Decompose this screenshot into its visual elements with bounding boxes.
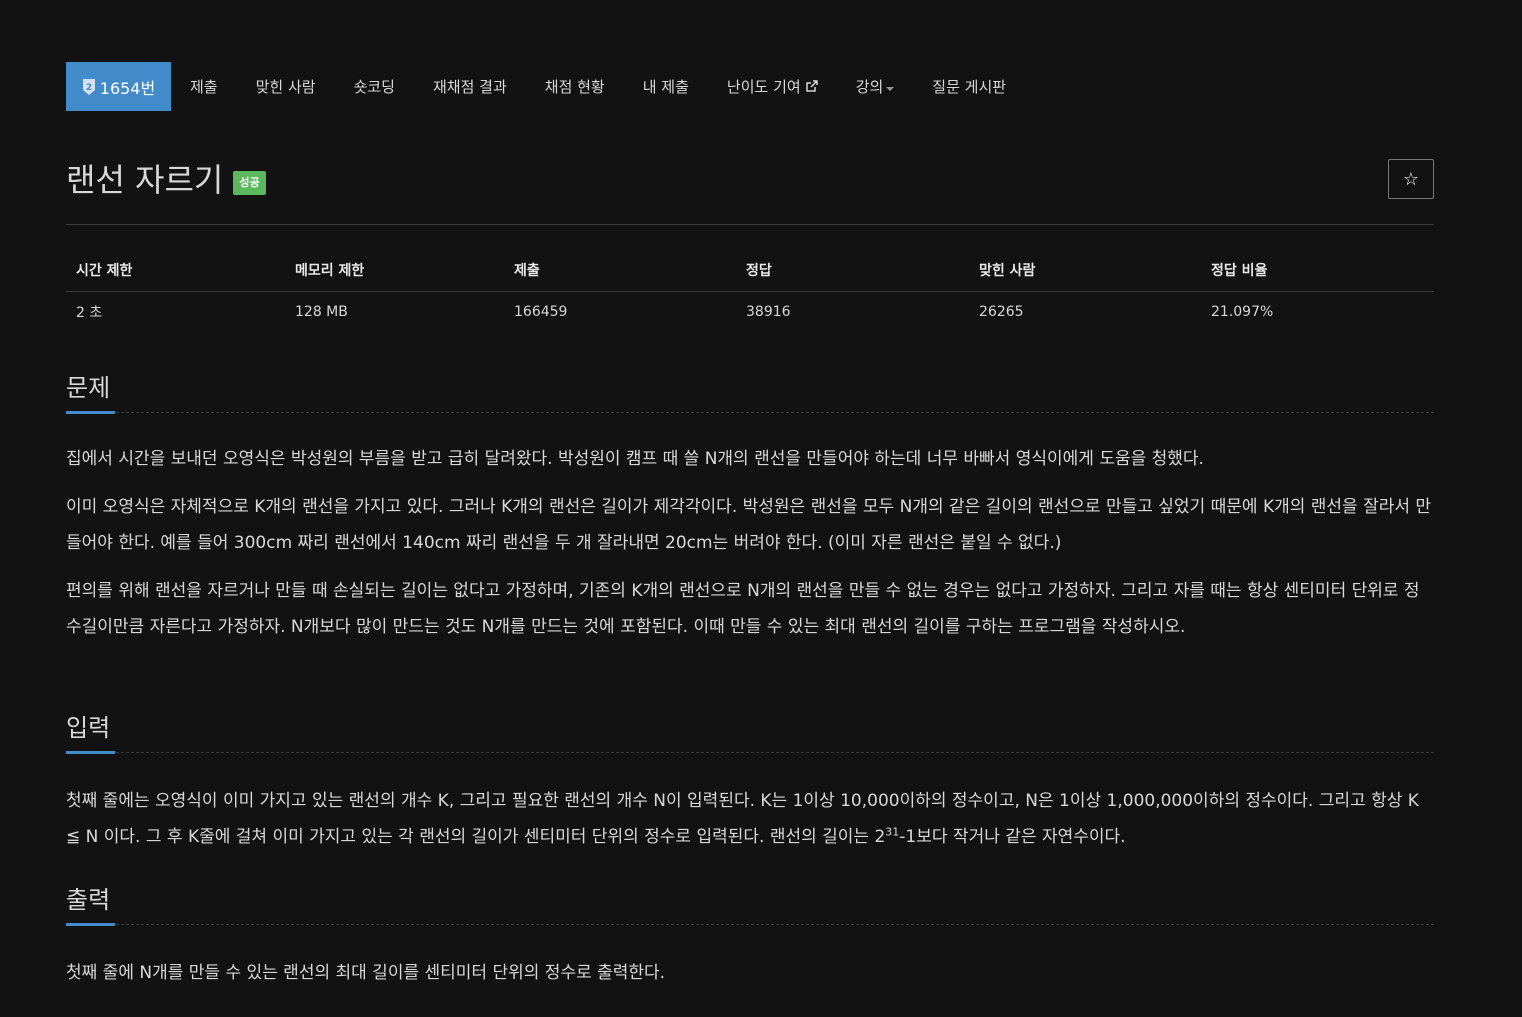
nav-difficulty-label: 난이도 기여	[726, 78, 801, 96]
nav-short-coding[interactable]: 숏코딩	[335, 76, 414, 97]
nav-my-submissions[interactable]: 내 제출	[624, 76, 708, 97]
input-text-b: -1보다 작거나 같은 자연수이다.	[899, 827, 1126, 847]
nav-qna-board[interactable]: 질문 게시판	[913, 76, 1025, 97]
section-output-header: 출력	[66, 880, 1434, 926]
star-icon: ☆	[1402, 168, 1420, 190]
tier-icon: 2	[82, 78, 96, 96]
th-submissions: 제출	[504, 248, 736, 292]
problem-paragraph-3: 편의를 위해 랜선을 자르거나 만들 때 손실되는 길이는 없다고 가정하며, …	[66, 581, 1420, 637]
status-badge: 성공	[233, 171, 266, 195]
favorite-button[interactable]: ☆	[1388, 159, 1434, 199]
nav-problem-number[interactable]: 2 1654번	[66, 62, 171, 111]
td-time-limit: 2 초	[76, 305, 103, 321]
external-link-icon	[805, 80, 818, 93]
th-accept-rate: 정답 비율	[1201, 248, 1434, 292]
input-paragraph: 첫째 줄에는 오영식이 이미 가지고 있는 랜선의 개수 K, 그리고 필요한 …	[66, 783, 1434, 855]
section-input-header: 입력	[66, 708, 1434, 754]
title-row: 랜선 자르기 성공 ☆	[66, 158, 1434, 225]
output-description: 첫째 줄에 N개를 만들 수 있는 랜선의 최대 길이를 센티미터 단위의 정수…	[66, 925, 1434, 991]
problem-title: 랜선 자르기	[66, 161, 224, 199]
stats-value-row: 2 초 128 MB 166459 38916 26265 21.097%	[66, 292, 1434, 333]
input-description: 첫째 줄에는 오영식이 이미 가지고 있는 랜선의 개수 K, 그리고 필요한 …	[66, 753, 1434, 855]
nav-lectures-dropdown[interactable]: 강의	[837, 76, 914, 97]
nav-judge-status[interactable]: 채점 현황	[526, 76, 624, 97]
td-accept-rate: 21.097%	[1211, 304, 1274, 320]
section-input-title: 입력	[66, 714, 111, 742]
problem-nav: 2 1654번 제출 맞힌 사람 숏코딩 재채점 결과 채점 현황 내 제출 난…	[66, 62, 1025, 111]
section-input: 입력 첫째 줄에는 오영식이 이미 가지고 있는 랜선의 개수 K, 그리고 필…	[66, 708, 1434, 855]
output-paragraph: 첫째 줄에 N개를 만들 수 있는 랜선의 최대 길이를 센티미터 단위의 정수…	[66, 963, 666, 983]
input-superscript: 31	[885, 825, 900, 839]
section-problem-header: 문제	[66, 368, 1434, 414]
problem-paragraph-2: 이미 오영식은 자체적으로 K개의 랜선을 가지고 있다. 그러나 K개의 랜선…	[66, 497, 1432, 553]
problem-title-wrap: 랜선 자르기 성공	[66, 158, 266, 202]
th-solved-users: 맞힌 사람	[969, 248, 1201, 292]
td-memory-limit: 128 MB	[295, 304, 348, 320]
nav-rejudge-result[interactable]: 재채점 결과	[414, 76, 526, 97]
stats-header-row: 시간 제한 메모리 제한 제출 정답 맞힌 사람 정답 비율	[66, 248, 1434, 292]
section-underline	[66, 751, 115, 754]
th-accepted: 정답	[736, 248, 969, 292]
nav-submit[interactable]: 제출	[171, 76, 237, 97]
problem-stats-table: 시간 제한 메모리 제한 제출 정답 맞힌 사람 정답 비율 2 초 128 M…	[66, 248, 1434, 332]
nav-solved-users[interactable]: 맞힌 사람	[237, 76, 335, 97]
td-solved-users: 26265	[979, 304, 1024, 320]
nav-lectures-label: 강의	[855, 78, 884, 96]
section-underline	[66, 923, 115, 926]
caret-down-icon	[886, 86, 895, 91]
th-memory-limit: 메모리 제한	[285, 248, 504, 292]
nav-difficulty-contribution[interactable]: 난이도 기여	[708, 76, 837, 97]
nav-problem-number-label: 1654번	[99, 78, 156, 98]
svg-text:2: 2	[86, 83, 92, 93]
problem-description: 집에서 시간을 보내던 오영식은 박성원의 부름을 받고 급히 달려왔다. 박성…	[66, 413, 1434, 645]
section-problem-title: 문제	[66, 374, 111, 402]
section-underline	[66, 411, 115, 414]
section-output: 출력 첫째 줄에 N개를 만들 수 있는 랜선의 최대 길이를 센티미터 단위의…	[66, 880, 1434, 991]
td-submissions: 166459	[514, 304, 568, 320]
td-accepted: 38916	[746, 304, 791, 320]
input-text-a: 첫째 줄에는 오영식이 이미 가지고 있는 랜선의 개수 K, 그리고 필요한 …	[66, 791, 1419, 847]
section-problem: 문제 집에서 시간을 보내던 오영식은 박성원의 부름을 받고 급히 달려왔다.…	[66, 368, 1434, 645]
th-time-limit: 시간 제한	[66, 248, 285, 292]
section-output-title: 출력	[66, 886, 111, 914]
problem-paragraph-1: 집에서 시간을 보내던 오영식은 박성원의 부름을 받고 급히 달려왔다. 박성…	[66, 449, 1204, 469]
